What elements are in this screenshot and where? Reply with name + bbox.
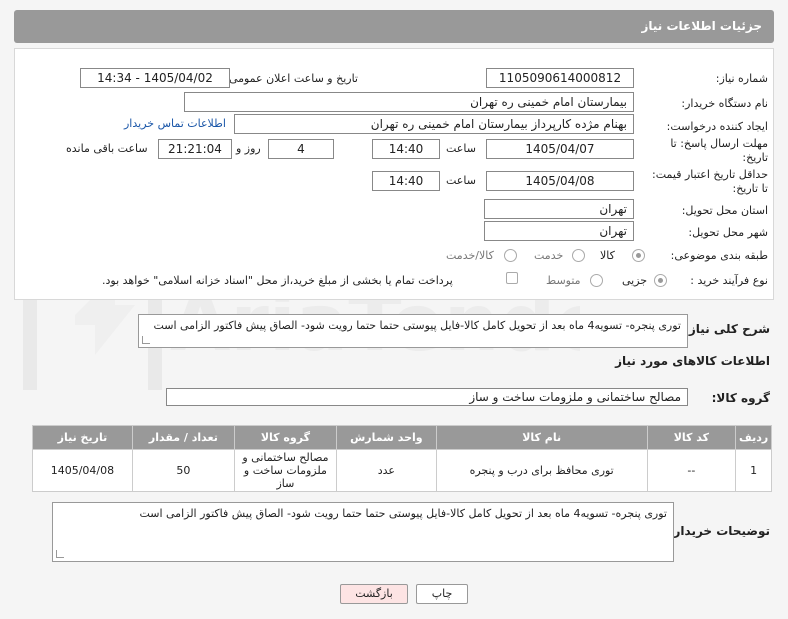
deadline-label-line2: تاریخ: — [742, 151, 768, 164]
deadline-label-line1: مهلت ارسال پاسخ: تا — [670, 137, 768, 150]
goods-group-label: گروه کالا: — [711, 391, 770, 405]
need-description-text: توری پنجره- تسویه4 ماه بعد از تحویل کامل… — [153, 319, 681, 332]
print-button[interactable]: چاپ — [416, 584, 468, 604]
treasury-payment-checkbox[interactable] — [506, 272, 518, 284]
resize-grip-icon[interactable] — [142, 336, 150, 344]
price-validity-time-label: ساعت — [446, 174, 476, 187]
need-description-label: شرح کلی نیاز: — [684, 322, 770, 336]
cell-code: -- — [646, 449, 737, 492]
deadline-date-field: 1405/04/07 — [486, 139, 634, 159]
col-header-quantity: تعداد / مقدار — [131, 425, 235, 450]
col-header-unit: واحد شمارش — [335, 425, 437, 450]
category-goods-service-label: کالا/خدمت — [446, 249, 494, 262]
cell-name: توری محافظ برای درب و پنجره — [435, 449, 648, 492]
days-remaining-field: 4 — [268, 139, 334, 159]
goods-table-header: ردیف کد کالا نام کالا واحد شمارش گروه کا… — [32, 425, 772, 450]
price-validity-time-field: 14:40 — [372, 171, 440, 191]
process-medium-radio[interactable] — [590, 274, 603, 287]
col-header-name: نام کالا — [435, 425, 648, 450]
price-validity-date-field: 1405/04/08 — [486, 171, 634, 191]
col-header-group: گروه کالا — [233, 425, 337, 450]
province-field: تهران — [484, 199, 634, 219]
cell-unit: عدد — [335, 449, 437, 492]
price-validity-label-line1: حداقل تاریخ اعتبار قیمت: — [652, 168, 768, 181]
buyer-notes-textarea[interactable]: توری پنجره- تسویه4 ماه بعد از تحویل کامل… — [52, 502, 674, 562]
category-goods-service-radio[interactable] — [504, 249, 517, 262]
city-field: تهران — [484, 221, 634, 241]
resize-grip-icon[interactable] — [56, 550, 64, 558]
buyer-org-field: بیمارستان امام خمینی ره تهران — [184, 92, 634, 112]
col-header-need-date: تاریخ نیاز — [32, 425, 133, 450]
cell-quantity: 50 — [131, 449, 235, 492]
cell-need-date: 1405/04/08 — [32, 449, 133, 492]
creator-field: بهنام مژده کارپرداز بیمارستان امام خمینی… — [234, 114, 634, 134]
page-title: جزئیات اطلاعات نیاز — [14, 10, 774, 43]
buyer-org-label: نام دستگاه خریدار: — [681, 97, 768, 110]
days-word: روز و — [236, 142, 261, 155]
process-medium-label: متوسط — [546, 274, 581, 287]
goods-section-title: اطلاعات کالاهای مورد نیاز — [615, 354, 770, 368]
category-service-label: خدمت — [534, 249, 564, 262]
announce-datetime-field: 1405/04/02 - 14:34 — [80, 68, 230, 88]
remaining-time-label: ساعت باقی مانده — [66, 142, 148, 155]
category-label: طبقه بندی موضوعی: — [670, 249, 768, 262]
category-goods-label: کالا — [600, 249, 615, 262]
need-number-field: 1105090614000812 — [486, 68, 634, 88]
remaining-time-field: 21:21:04 — [158, 139, 232, 159]
announce-label: تاریخ و ساعت اعلان عمومی: — [225, 72, 358, 85]
category-goods-radio[interactable] — [632, 249, 645, 262]
back-button[interactable]: بازگشت — [340, 584, 408, 604]
deadline-time-label: ساعت — [446, 142, 476, 155]
treasury-payment-note: پرداخت تمام یا بخشی از مبلغ خرید،از محل … — [102, 274, 453, 287]
goods-group-field: مصالح ساختمانی و ملزومات ساخت و ساز — [166, 388, 688, 406]
cell-group: مصالح ساختمانی و ملزومات ساخت و ساز — [233, 449, 337, 492]
process-minor-radio[interactable] — [654, 274, 667, 287]
buyer-notes-label: توضیحات خریدار: — [668, 524, 770, 538]
process-minor-label: جزیی — [622, 274, 648, 287]
category-service-radio[interactable] — [572, 249, 585, 262]
price-validity-label-line2: تا تاریخ: — [732, 182, 768, 195]
table-row: 1 -- توری محافظ برای درب و پنجره عدد مصا… — [32, 449, 772, 492]
deadline-time-field: 14:40 — [372, 139, 440, 159]
need-description-textarea[interactable]: توری پنجره- تسویه4 ماه بعد از تحویل کامل… — [138, 314, 688, 348]
col-header-row: ردیف — [735, 425, 772, 450]
goods-table: ردیف کد کالا نام کالا واحد شمارش گروه کا… — [32, 425, 772, 492]
process-type-label: نوع فرآیند خرید : — [690, 274, 768, 287]
city-label: شهر محل تحویل: — [688, 226, 768, 239]
col-header-code: کد کالا — [646, 425, 737, 450]
province-label: استان محل تحویل: — [681, 204, 768, 217]
buyer-contact-link[interactable]: اطلاعات تماس خریدار — [124, 117, 226, 130]
creator-label: ایجاد کننده درخواست: — [666, 120, 768, 133]
buyer-notes-text: توری پنجره- تسویه4 ماه بعد از تحویل کامل… — [139, 507, 667, 520]
need-number-label: شماره نیاز: — [715, 72, 768, 85]
cell-row-number: 1 — [735, 449, 772, 492]
